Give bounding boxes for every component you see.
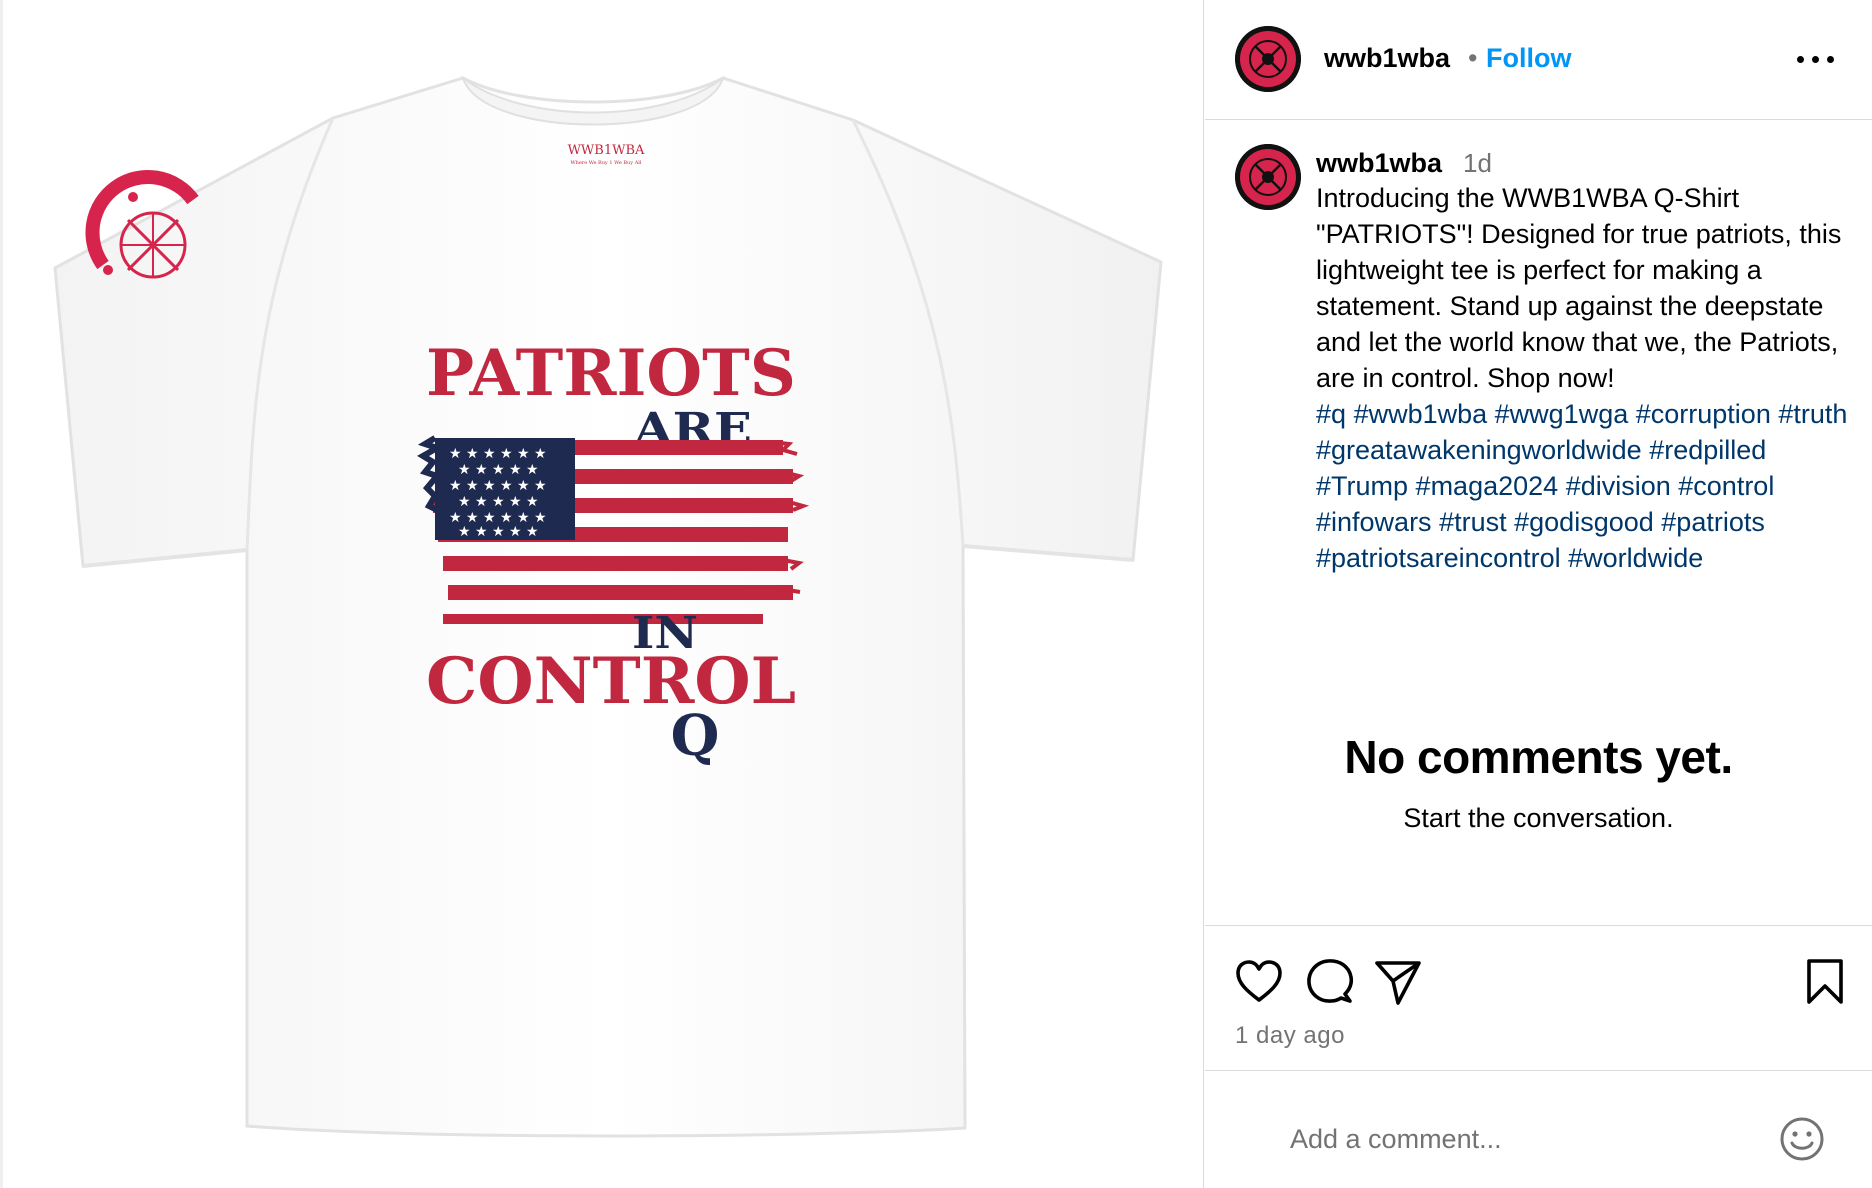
no-comments-title: No comments yet. — [1344, 731, 1733, 783]
post-author-username[interactable]: wwb1wba — [1324, 43, 1450, 74]
svg-text:★ ★ ★ ★ ★: ★ ★ ★ ★ ★ — [458, 494, 539, 510]
caption-text-block: Introducing the WWB1WBA Q-Shirt "PATRIOT… — [1316, 180, 1856, 576]
comment-input[interactable] — [1290, 1119, 1750, 1159]
ellipsis-icon — [1797, 56, 1804, 63]
heart-icon — [1236, 960, 1282, 1002]
caption-body: Introducing the WWB1WBA Q-Shirt "PATRIOT… — [1316, 183, 1842, 393]
hashtag[interactable]: #truth — [1778, 399, 1847, 429]
svg-text:★ ★ ★ ★ ★: ★ ★ ★ ★ ★ — [458, 462, 539, 478]
collar-tagline: Where We Buy 1 We Buy All — [570, 160, 641, 166]
follow-button[interactable]: Follow — [1486, 43, 1571, 74]
print-patriots: PATRIOTS — [426, 336, 796, 411]
hashtag[interactable]: #patriots — [1661, 507, 1765, 537]
hashtag[interactable]: #maga2024 — [1416, 471, 1559, 501]
like-button[interactable] — [1231, 954, 1287, 1010]
post-side-panel: wwb1wba • Follow wwb1wba 1d Introducing … — [1205, 0, 1872, 1188]
hashtag[interactable]: #control — [1678, 471, 1774, 501]
hashtag[interactable]: #Trump — [1316, 471, 1408, 501]
post-age[interactable]: 1 day ago — [1235, 1022, 1345, 1050]
hashtag[interactable]: #trust — [1439, 507, 1507, 537]
hashtag[interactable]: #patriotsareincontrol — [1316, 543, 1561, 573]
hashtag[interactable]: #redpilled — [1649, 435, 1766, 465]
no-comments-subtitle: Start the conversation. — [1403, 803, 1674, 833]
share-button[interactable] — [1369, 954, 1425, 1010]
separator-dot: • — [1468, 43, 1478, 73]
more-options-button[interactable] — [1791, 42, 1841, 76]
t-shirt-image: WWB1WBA Where We Buy 1 We Buy All PATRIO… — [53, 75, 1163, 1138]
hashtag[interactable]: #worldwide — [1568, 543, 1703, 573]
smiley-icon — [1780, 1117, 1824, 1161]
hashtag[interactable]: #q — [1316, 399, 1346, 429]
speech-bubble-icon — [1307, 959, 1354, 1003]
profile-logo-icon — [1235, 26, 1301, 92]
hashtag-list: #q #wwb1wba #wwg1wga #corruption #truth … — [1316, 396, 1856, 576]
print-q: Q — [671, 703, 720, 769]
post-header: wwb1wba • Follow — [1205, 0, 1872, 120]
post-actions-bar: 1 day ago — [1205, 925, 1872, 1070]
svg-text:★ ★ ★ ★ ★ ★: ★ ★ ★ ★ ★ ★ — [449, 446, 547, 462]
hashtag[interactable]: #wwb1wba — [1354, 399, 1488, 429]
emoji-button[interactable] — [1777, 1114, 1827, 1164]
svg-text:★ ★ ★ ★ ★ ★: ★ ★ ★ ★ ★ ★ — [449, 478, 547, 494]
hashtag[interactable]: #division — [1566, 471, 1671, 501]
bookmark-icon — [1807, 959, 1843, 1004]
svg-text:★ ★ ★ ★ ★: ★ ★ ★ ★ ★ — [458, 524, 539, 540]
comment-button[interactable] — [1301, 954, 1357, 1010]
avatar[interactable] — [1235, 26, 1301, 92]
hashtag[interactable]: #infowars — [1316, 507, 1432, 537]
paper-plane-icon — [1375, 961, 1421, 1005]
hashtag[interactable]: #corruption — [1636, 399, 1771, 429]
profile-logo-icon — [1235, 144, 1301, 210]
collar-brand: WWB1WBA — [568, 143, 645, 158]
hashtag[interactable]: #godisgood — [1514, 507, 1654, 537]
post-media[interactable]: WWB1WBA Where We Buy 1 We Buy All PATRIO… — [0, 0, 1204, 1188]
caption-avatar[interactable] — [1235, 144, 1301, 210]
save-button[interactable] — [1797, 954, 1853, 1010]
comment-composer — [1205, 1070, 1872, 1188]
caption-timestamp[interactable]: 1d — [1463, 148, 1492, 179]
caption-username[interactable]: wwb1wba — [1316, 148, 1442, 179]
hashtag[interactable]: #wwg1wga — [1495, 399, 1629, 429]
hashtag[interactable]: #greatawakeningworldwide — [1316, 435, 1642, 465]
print-control: CONTROL — [426, 644, 796, 719]
